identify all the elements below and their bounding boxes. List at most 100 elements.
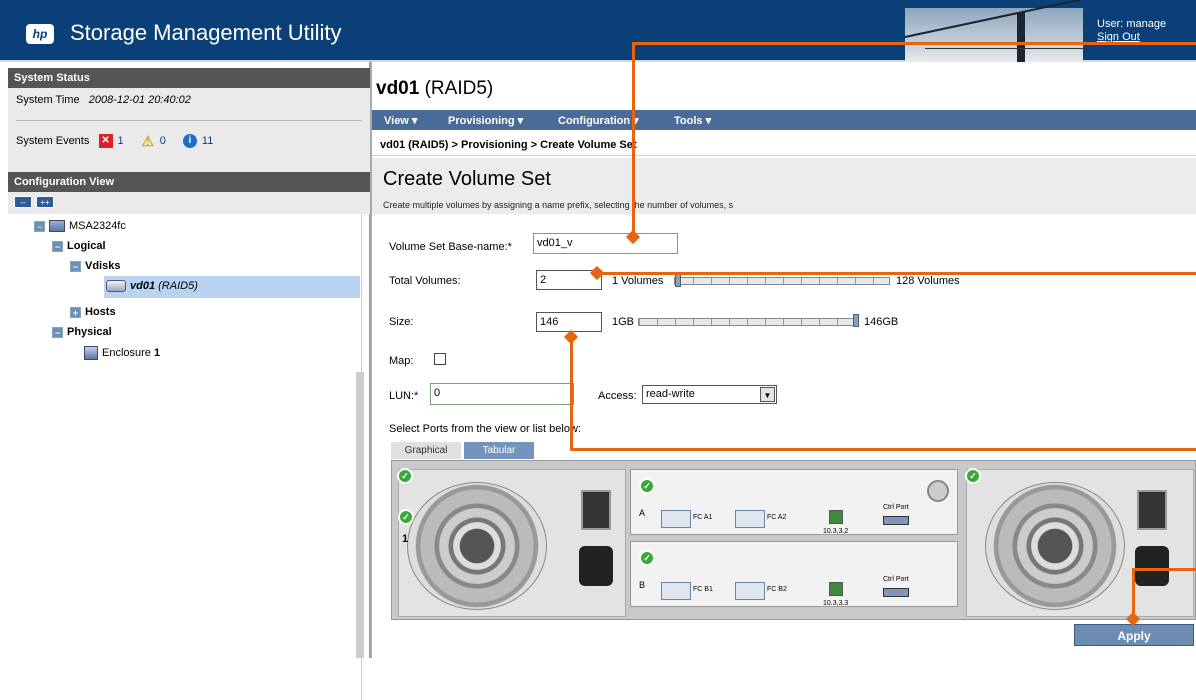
hp-logo: hp — [26, 24, 54, 44]
port-a2[interactable] — [735, 510, 765, 528]
menu-bar: View ▾ Provisioning ▾ Configuration ▾ To… — [372, 110, 1196, 130]
size-slider[interactable] — [638, 318, 858, 326]
collapse-all-button[interactable]: -- — [14, 196, 32, 208]
fan-icon — [407, 482, 547, 610]
size-input[interactable]: 146 — [536, 312, 602, 332]
collapse-icon[interactable]: − — [34, 220, 45, 232]
tree-node-physical[interactable]: − Physical — [52, 326, 112, 338]
power-supply-left: ✓ — [397, 468, 626, 617]
collapse-icon[interactable]: − — [52, 240, 63, 252]
port-b1-label: FC B1 — [693, 586, 713, 593]
ctrl-port-b — [883, 588, 909, 597]
tab-graphical[interactable]: Graphical — [391, 442, 461, 459]
error-count[interactable]: 1 — [118, 135, 124, 147]
configuration-view-heading: Configuration View — [8, 172, 370, 192]
system-time-row: System Time 2008-12-01 20:40:02 — [16, 94, 191, 106]
map-checkbox[interactable] — [434, 353, 446, 365]
lun-input[interactable]: 0 — [430, 383, 574, 405]
menu-view[interactable]: View ▾ — [384, 114, 417, 127]
enclosure-status-ok-icon: ✓ — [398, 509, 414, 525]
basename-label: Volume Set Base-name:* — [389, 241, 512, 253]
power-switch — [581, 490, 611, 530]
access-label: Access: — [598, 390, 637, 402]
enclosure-icon — [84, 346, 98, 360]
status-ok-icon: ✓ — [639, 478, 655, 494]
size-min: 1GB — [612, 316, 635, 328]
configuration-tree: − MSA2324fc − Logical − Vdisks vd01 (RAID5)… — [8, 214, 362, 700]
status-ok-icon: ✓ — [397, 468, 413, 484]
status-ok-icon: ✓ — [965, 468, 981, 484]
access-select[interactable]: read-write ▼ — [642, 385, 777, 404]
tree-label-hosts: Hosts — [85, 306, 116, 318]
size-max: 146GB — [864, 316, 899, 328]
system-events-row: System Events ✕ 1 ⚠ 0 i 11 — [16, 134, 227, 148]
vdisk-title-name: vd01 — [376, 78, 420, 99]
system-status-heading: System Status — [8, 68, 370, 88]
total-volumes-slider[interactable] — [674, 277, 890, 285]
power-supply-right: ✓ — [965, 468, 1194, 617]
bridge-banner-image — [904, 0, 1085, 62]
map-label: Map: — [389, 355, 414, 367]
lun-label: LUN:* — [389, 390, 419, 402]
vdisk-title-raid: (RAID5) — [424, 78, 494, 99]
controller-a-label: A — [639, 508, 646, 518]
tree-label-enclosure: Enclosure — [102, 346, 151, 359]
enclosure-graphic: ✓ ✓ 1 ✓ A FC A1 FC A2 10.3.3.2 Ctrl Port… — [391, 460, 1196, 620]
controller-b: ✓ B FC B1 FC B2 10.3.3.3 Ctrl Port — [630, 541, 958, 607]
total-volumes-slider-thumb[interactable] — [675, 274, 681, 287]
left-pane: System Status System Time 2008-12-01 20:… — [0, 62, 370, 700]
tree-node-hosts[interactable]: + Hosts — [70, 306, 116, 318]
tree-node-vdisks[interactable]: − Vdisks — [70, 260, 120, 272]
chevron-down-icon[interactable]: ▼ — [760, 387, 775, 402]
warning-count[interactable]: 0 — [160, 135, 166, 147]
menu-provisioning[interactable]: Provisioning ▾ — [448, 114, 523, 127]
user-info: User: manage Sign Out — [1097, 18, 1166, 44]
tree-node-enclosure[interactable]: Enclosure 1 — [84, 346, 160, 360]
left-pane-scrollbar[interactable] — [356, 372, 364, 658]
menu-configuration[interactable]: Configuration ▾ — [558, 114, 639, 127]
tree-label-raid: (RAID5) — [158, 280, 198, 292]
controller-a: ✓ A FC A1 FC A2 10.3.3.2 Ctrl Port — [630, 469, 958, 535]
expand-icon[interactable]: + — [70, 306, 81, 318]
error-icon[interactable]: ✕ — [98, 134, 113, 148]
info-icon[interactable]: i — [182, 134, 197, 148]
user-label: User: manage — [1097, 18, 1167, 30]
tree-label-logical: Logical — [67, 240, 106, 252]
port-b2[interactable] — [735, 582, 765, 600]
tree-toolbar: -- ++ — [8, 192, 370, 214]
collapse-icon[interactable]: − — [70, 260, 81, 272]
apply-button[interactable]: Apply — [1074, 624, 1194, 646]
network-b-address: 10.3.3.3 — [823, 600, 849, 607]
size-slider-thumb[interactable] — [853, 314, 859, 327]
tree-label-vd01: vd01 — [130, 280, 156, 292]
power-connector — [579, 546, 613, 586]
power-switch — [1137, 490, 1167, 530]
tree-node-system[interactable]: − MSA2324fc — [34, 220, 126, 233]
tree-node-vd01[interactable]: vd01 (RAID5) — [106, 280, 198, 293]
system-time-value: 2008-12-01 20:40:02 — [88, 94, 191, 106]
total-volumes-label: Total Volumes: — [389, 275, 461, 287]
collapse-icon[interactable]: − — [52, 326, 63, 338]
ctrl-port-b-label: Ctrl Port — [883, 576, 909, 583]
app-title: Storage Management Utility — [70, 20, 342, 45]
port-a2-label: FC A2 — [767, 514, 787, 521]
basename-input[interactable]: vd01_v — [533, 233, 678, 254]
menu-tools[interactable]: Tools ▾ — [674, 114, 711, 127]
port-a1[interactable] — [661, 510, 691, 528]
expand-all-button[interactable]: ++ — [36, 196, 54, 208]
system-time-label: System Time — [16, 94, 80, 106]
status-ok-icon: ✓ — [639, 550, 655, 566]
enclosure-id: 1 — [402, 533, 409, 545]
tab-tabular[interactable]: Tabular — [464, 442, 534, 459]
fan-icon — [985, 482, 1125, 610]
warning-icon[interactable]: ⚠ — [141, 134, 155, 148]
access-select-value: read-write — [646, 388, 695, 400]
page-title: Create Volume Set — [383, 168, 551, 190]
port-b1[interactable] — [661, 582, 691, 600]
tree-node-logical[interactable]: − Logical — [52, 240, 106, 252]
port-a1-label: FC A1 — [693, 514, 713, 521]
network-port — [829, 510, 843, 524]
info-count[interactable]: 11 — [202, 135, 213, 147]
network-a-address: 10.3.3.2 — [823, 528, 849, 535]
size-label: Size: — [389, 316, 414, 328]
